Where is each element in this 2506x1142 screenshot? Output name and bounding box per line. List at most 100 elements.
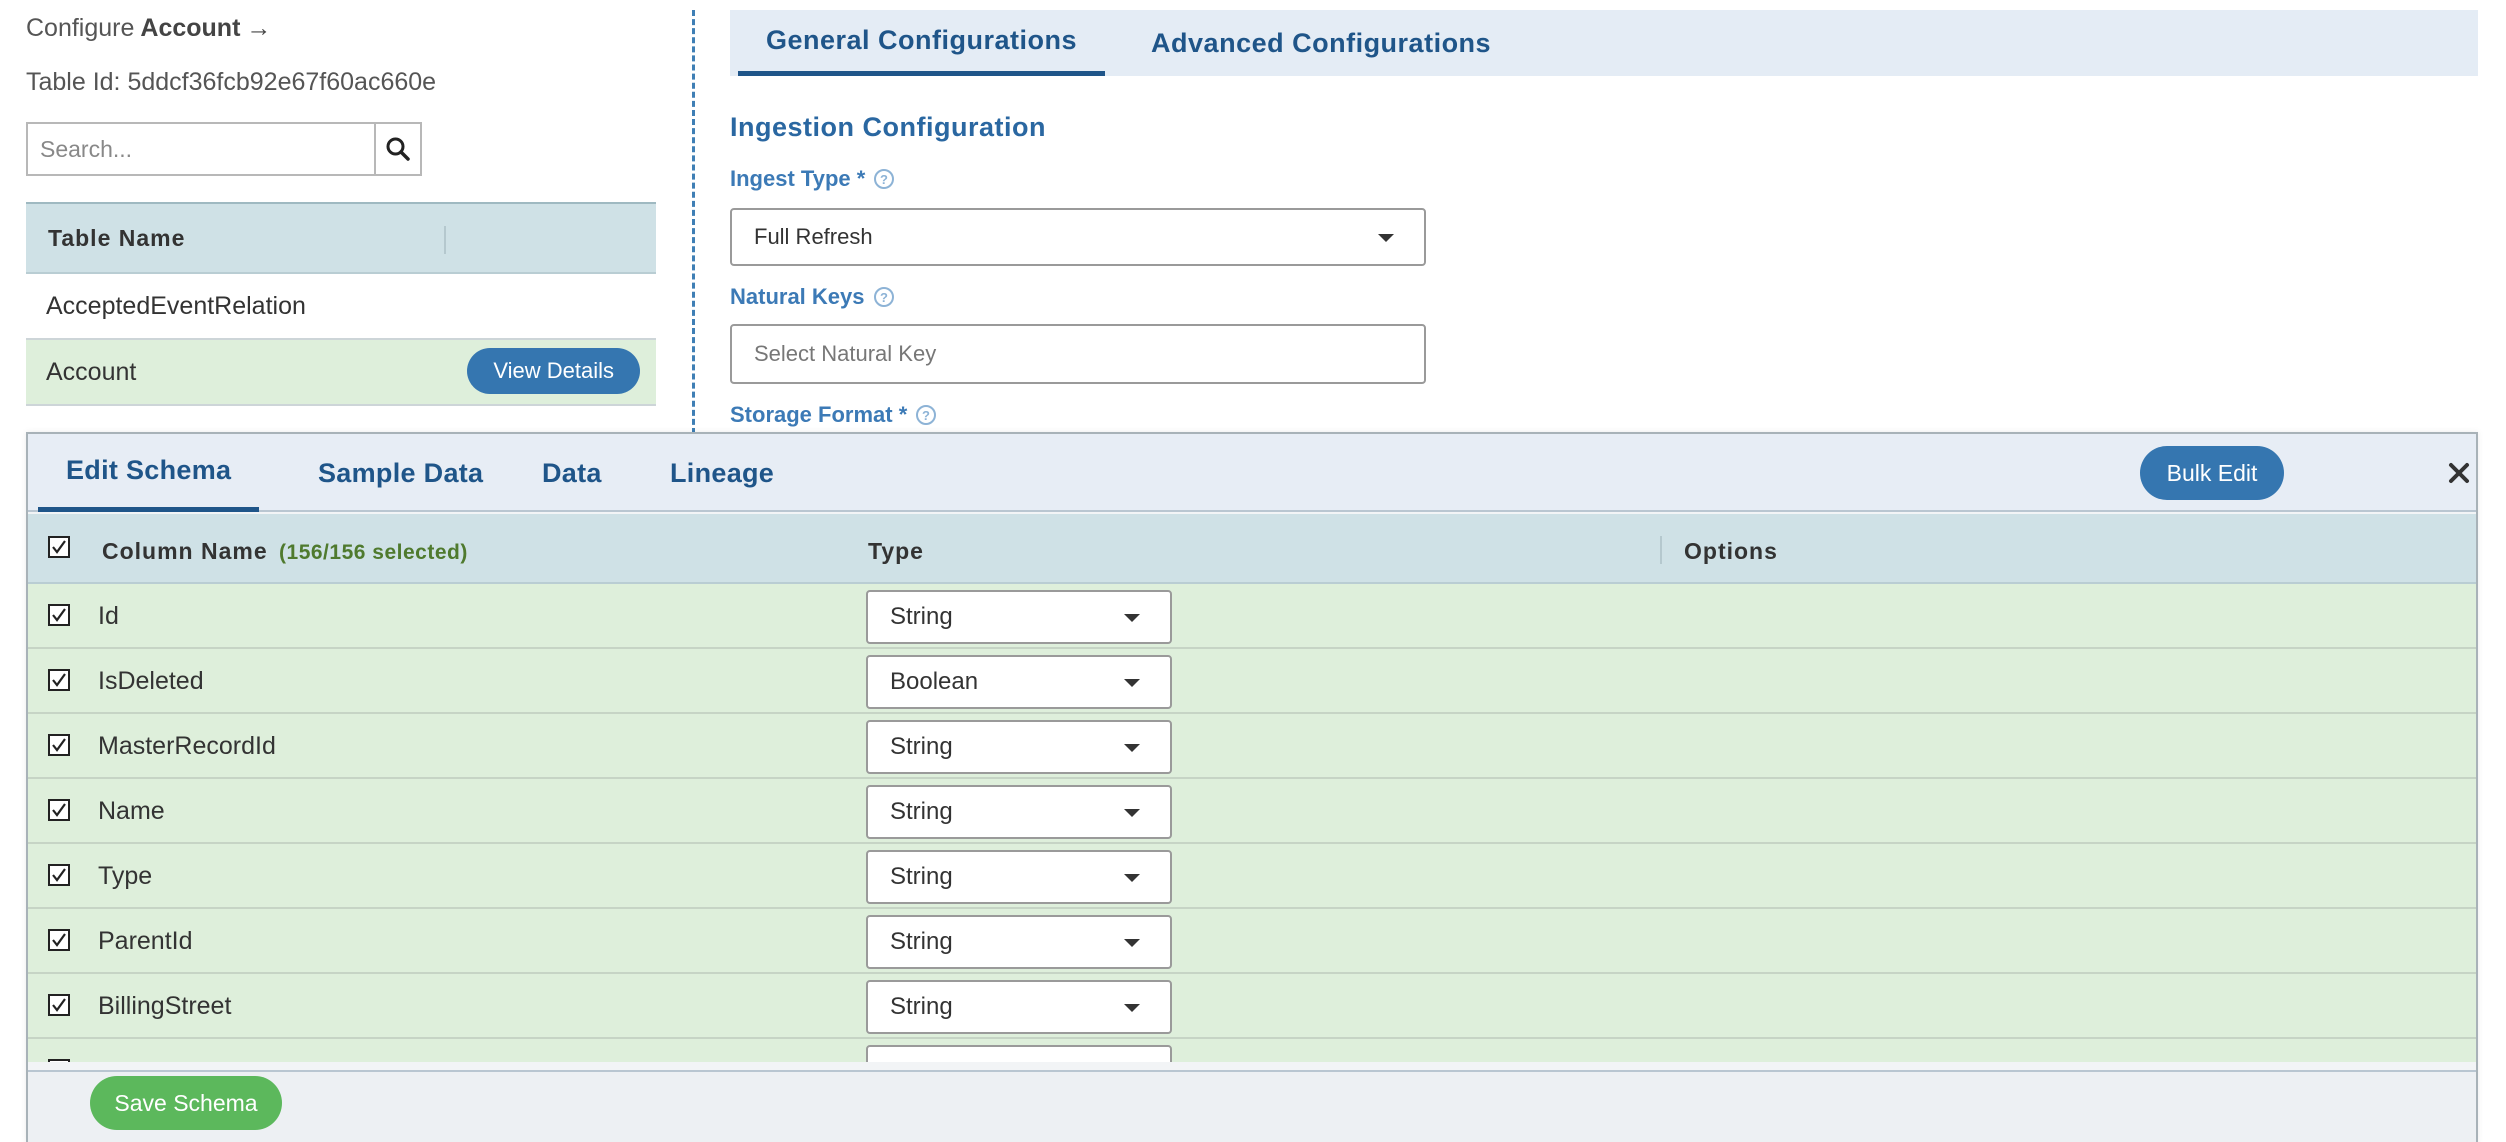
configure-heading: Configure Account → bbox=[26, 14, 271, 43]
schema-table-header: Column Name (156/156 selected) Type Opti… bbox=[28, 514, 2476, 584]
checkmark-icon bbox=[52, 803, 66, 817]
tab-sample-data[interactable]: Sample Data bbox=[290, 434, 511, 512]
arrow-right-icon: → bbox=[246, 14, 272, 42]
svg-text:?: ? bbox=[880, 290, 888, 305]
caret-down-icon bbox=[1124, 939, 1140, 947]
help-circle-icon[interactable]: ? bbox=[873, 168, 895, 190]
options-header: Options bbox=[1684, 538, 1778, 564]
type-value: String bbox=[890, 603, 953, 630]
checkmark-icon bbox=[52, 540, 66, 554]
type-value: String bbox=[890, 993, 953, 1020]
row-checkbox[interactable] bbox=[48, 929, 70, 951]
table-search bbox=[26, 122, 422, 176]
type-select[interactable] bbox=[866, 1045, 1172, 1062]
type-select[interactable]: String bbox=[866, 850, 1172, 904]
row-checkbox[interactable] bbox=[48, 864, 70, 886]
type-select[interactable]: String bbox=[866, 980, 1172, 1034]
column-name: Id bbox=[98, 602, 119, 630]
table-name-header: Table Name bbox=[48, 224, 186, 251]
column-divider bbox=[444, 226, 446, 254]
row-checkbox[interactable] bbox=[48, 604, 70, 626]
config-tabs: General Configurations Advanced Configur… bbox=[730, 10, 2478, 76]
storage-format-label-text: Storage Format * bbox=[730, 402, 908, 427]
type-value: String bbox=[890, 863, 953, 890]
column-divider bbox=[1660, 536, 1662, 564]
ingest-type-label-text: Ingest Type * bbox=[730, 166, 866, 191]
help-circle-icon[interactable]: ? bbox=[873, 286, 895, 308]
schema-row: Id String bbox=[28, 584, 2476, 649]
checkmark-icon bbox=[52, 673, 66, 687]
type-value: String bbox=[890, 733, 953, 760]
type-header: Type bbox=[868, 538, 924, 564]
svg-text:?: ? bbox=[922, 408, 930, 423]
bulk-edit-button[interactable]: Bulk Edit bbox=[2140, 446, 2284, 500]
table-list: Table Name AcceptedEventRelation Account… bbox=[26, 202, 656, 406]
schema-table: Column Name (156/156 selected) Type Opti… bbox=[28, 514, 2476, 1062]
view-details-button[interactable]: View Details bbox=[467, 348, 640, 394]
search-input[interactable] bbox=[26, 122, 374, 176]
close-button[interactable] bbox=[2442, 456, 2476, 490]
configure-table-name: Account bbox=[140, 14, 241, 42]
natural-keys-select[interactable]: Select Natural Key bbox=[730, 324, 1426, 384]
table-list-row-selected[interactable]: Account View Details bbox=[26, 340, 656, 406]
schema-row: BillingStreet String bbox=[28, 974, 2476, 1039]
help-circle-icon[interactable]: ? bbox=[915, 404, 937, 426]
schema-row: MasterRecordId String bbox=[28, 714, 2476, 779]
type-select[interactable]: String bbox=[866, 590, 1172, 644]
row-checkbox[interactable] bbox=[48, 734, 70, 756]
column-name-header-text: Column Name bbox=[102, 538, 268, 564]
tab-data[interactable]: Data bbox=[514, 434, 630, 512]
schema-modal-tabs: Edit Schema Sample Data Data Lineage Bul… bbox=[28, 434, 2476, 512]
tab-lineage[interactable]: Lineage bbox=[642, 434, 802, 512]
caret-down-icon bbox=[1124, 1004, 1140, 1012]
ingest-type-value: Full Refresh bbox=[754, 224, 873, 249]
svg-text:?: ? bbox=[880, 172, 888, 187]
row-checkbox[interactable] bbox=[48, 669, 70, 691]
natural-keys-placeholder: Select Natural Key bbox=[754, 341, 937, 366]
schema-row-partial bbox=[28, 1039, 2476, 1062]
type-select[interactable]: String bbox=[866, 915, 1172, 969]
search-icon bbox=[386, 137, 410, 161]
selected-count: (156/156 selected) bbox=[279, 541, 468, 564]
row-checkbox[interactable] bbox=[48, 799, 70, 821]
ingest-type-select[interactable]: Full Refresh bbox=[730, 208, 1426, 266]
table-id-label: Table Id: 5ddcf36fcb92e67f60ac660e bbox=[26, 68, 437, 96]
row-checkbox[interactable] bbox=[48, 994, 70, 1016]
type-select[interactable]: String bbox=[866, 720, 1172, 774]
storage-format-label: Storage Format * ? bbox=[730, 402, 937, 428]
column-name: Type bbox=[98, 862, 153, 890]
column-name: MasterRecordId bbox=[98, 732, 276, 760]
tab-edit-schema[interactable]: Edit Schema bbox=[38, 434, 260, 512]
tab-advanced-configurations[interactable]: Advanced Configurations bbox=[1123, 10, 1519, 76]
caret-down-icon bbox=[1124, 874, 1140, 882]
table-list-row-label: AcceptedEventRelation bbox=[46, 291, 306, 320]
column-name: IsDeleted bbox=[98, 667, 204, 695]
ingestion-section-title: Ingestion Configuration bbox=[730, 112, 1046, 142]
save-schema-button[interactable]: Save Schema bbox=[90, 1076, 282, 1130]
schema-row: ParentId String bbox=[28, 909, 2476, 974]
configure-prefix: Configure bbox=[26, 14, 135, 42]
caret-down-icon bbox=[1124, 679, 1140, 687]
type-value: String bbox=[890, 798, 953, 825]
checkmark-icon bbox=[52, 608, 66, 622]
table-list-header: Table Name bbox=[26, 202, 656, 274]
configuration-panel: General Configurations Advanced Configur… bbox=[730, 10, 2478, 427]
caret-down-icon bbox=[1378, 234, 1394, 242]
panel-divider bbox=[692, 10, 695, 434]
schema-editor-modal: Edit Schema Sample Data Data Lineage Bul… bbox=[26, 432, 2478, 1142]
checkmark-icon bbox=[52, 998, 66, 1012]
type-select[interactable]: Boolean bbox=[866, 655, 1172, 709]
type-select[interactable]: String bbox=[866, 785, 1172, 839]
ingest-type-label: Ingest Type * ? bbox=[730, 166, 895, 192]
caret-down-icon bbox=[1124, 809, 1140, 817]
tab-general-configurations[interactable]: General Configurations bbox=[738, 10, 1106, 76]
column-name: Name bbox=[98, 797, 165, 825]
checkmark-icon bbox=[52, 868, 66, 882]
type-value: Boolean bbox=[890, 668, 979, 695]
schema-row: Name String bbox=[28, 779, 2476, 844]
search-button[interactable] bbox=[374, 122, 422, 176]
table-list-row[interactable]: AcceptedEventRelation bbox=[26, 274, 656, 340]
column-name: BillingStreet bbox=[98, 992, 232, 1020]
select-all-checkbox[interactable] bbox=[48, 536, 70, 558]
row-checkbox[interactable] bbox=[48, 1059, 70, 1062]
